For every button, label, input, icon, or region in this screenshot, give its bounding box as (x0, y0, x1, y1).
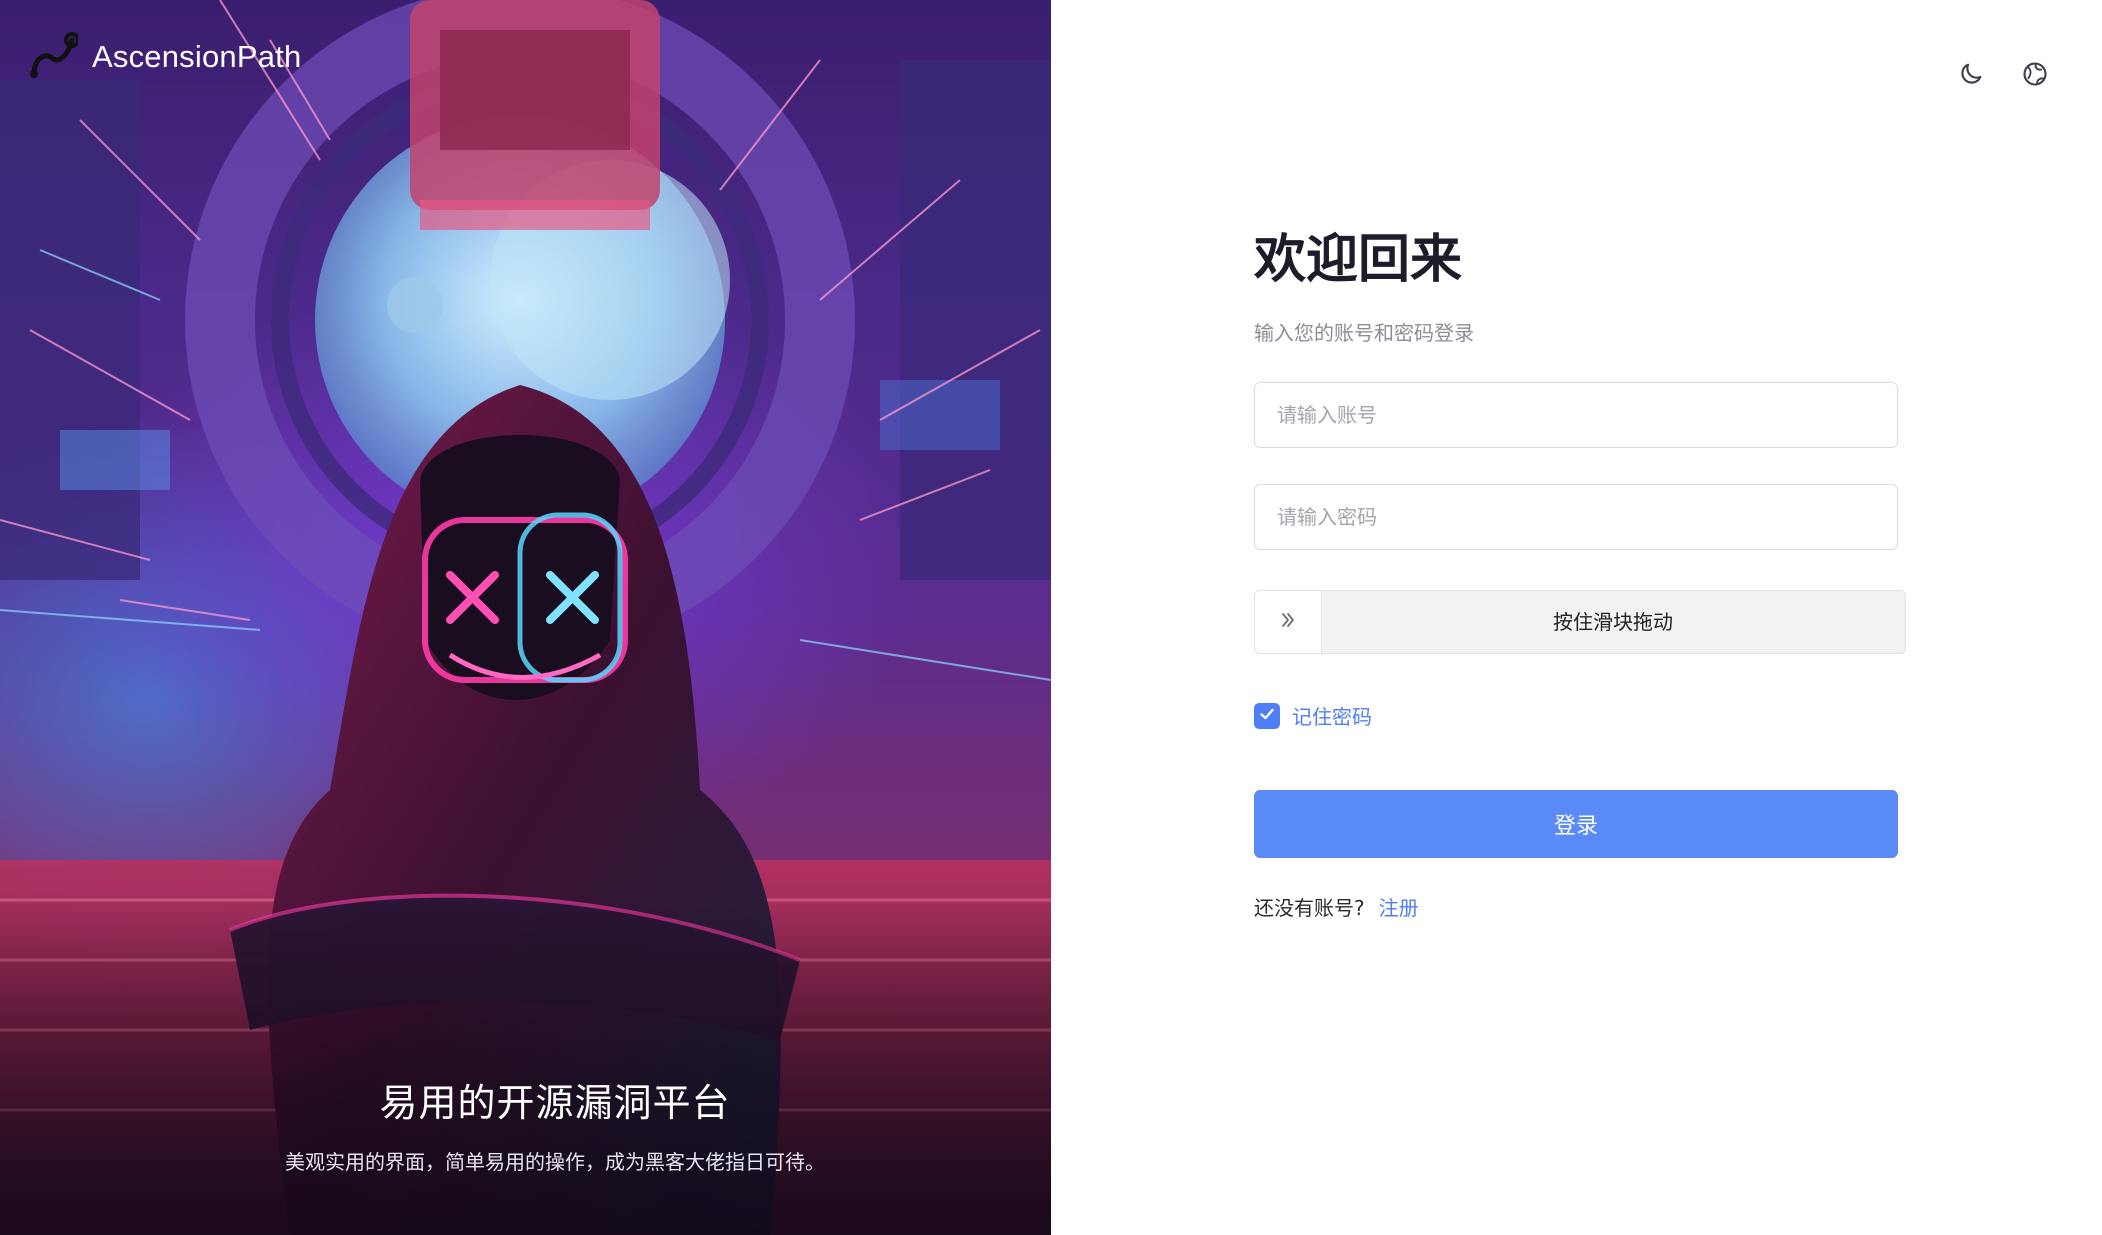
slider-text: 按住滑块拖动 (1553, 610, 1673, 634)
hero-panel: AscensionPath 易用的开源漏洞平台 美观实用的界面，简单易用的操作，… (0, 0, 1051, 1235)
hero-illustration (0, 0, 1051, 1235)
account-input[interactable] (1254, 382, 1898, 448)
password-input[interactable] (1254, 484, 1898, 550)
login-page: AscensionPath 易用的开源漏洞平台 美观实用的界面，简单易用的操作，… (0, 0, 2102, 1235)
no-account-text: 还没有账号? (1254, 896, 1365, 920)
login-panel: 欢迎回来 输入您的账号和密码登录 按住滑块拖动 (1051, 0, 2102, 1235)
signup-prompt: 还没有账号? 注册 (1254, 892, 1419, 921)
login-subtitle: 输入您的账号和密码登录 (1254, 321, 1474, 345)
brand[interactable]: AscensionPath (28, 30, 301, 84)
hero-subtitle: 美观实用的界面，简单易用的操作，成为黑客大佬指日可待。 (285, 1150, 825, 1174)
globe-icon[interactable] (2019, 58, 2051, 90)
route-logo-icon (28, 30, 80, 84)
hero-title: 易用的开源漏洞平台 (379, 1081, 731, 1125)
check-icon (1258, 705, 1276, 727)
remember-checkbox[interactable] (1254, 702, 1280, 729)
login-button[interactable]: 登录 (1254, 790, 1898, 858)
slider-handle[interactable] (1255, 591, 1322, 653)
register-link[interactable]: 注册 (1379, 892, 1419, 921)
moon-icon[interactable] (1955, 58, 1987, 90)
remember-label[interactable]: 记住密码 (1292, 701, 1372, 730)
login-title: 欢迎回来 (1254, 230, 1463, 290)
double-chevron-right-icon (1278, 610, 1298, 634)
slider-captcha[interactable]: 按住滑块拖动 (1254, 590, 1906, 654)
brand-name: AscensionPath (92, 39, 302, 74)
remember-password[interactable]: 记住密码 (1254, 701, 1372, 730)
login-form: 欢迎回来 输入您的账号和密码登录 按住滑块拖动 (1254, 225, 1906, 920)
